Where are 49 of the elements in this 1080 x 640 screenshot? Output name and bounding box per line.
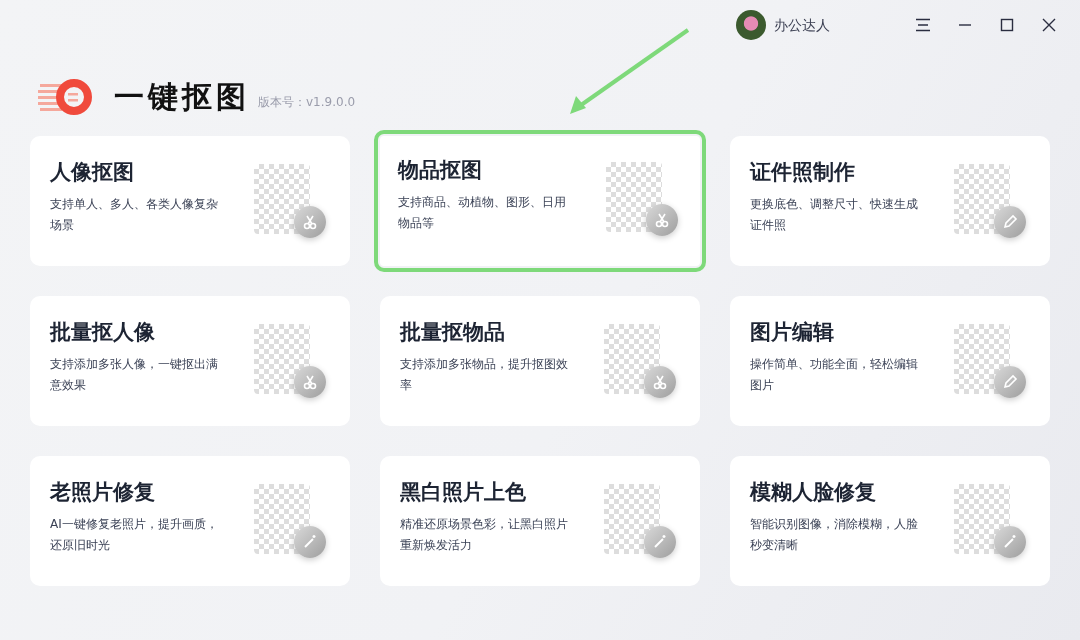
feature-card[interactable]: 老照片修复 AI一键修复老照片，提升画质，还原旧时光 xyxy=(30,456,350,586)
user-avatar[interactable] xyxy=(736,10,766,40)
feature-card[interactable]: 物品抠图 支持商品、动植物、图形、日用物品等 xyxy=(374,130,706,272)
scissors-icon xyxy=(644,366,676,398)
card-title: 物品抠图 xyxy=(398,157,483,184)
card-title: 批量抠物品 xyxy=(400,319,506,346)
wand-icon xyxy=(294,526,326,558)
pencil-icon xyxy=(994,206,1026,238)
photo-placeholder xyxy=(606,162,662,232)
feature-card[interactable]: 图片编辑 操作简单、功能全面，轻松编辑图片 xyxy=(730,296,1050,426)
scissors-icon xyxy=(294,366,326,398)
feature-card[interactable]: 证件照制作 更换底色、调整尺寸、快速生成证件照 xyxy=(730,136,1050,266)
card-description: 精准还原场景色彩，让黑白照片重新焕发活力 xyxy=(400,516,569,554)
card-description: 支持单人、多人、各类人像复杂场景 xyxy=(50,196,219,234)
version-label: 版本号：v1.9.0.0 xyxy=(258,94,356,111)
card-title: 图片编辑 xyxy=(750,319,835,346)
photo-placeholder xyxy=(604,484,660,554)
card-title: 批量抠人像 xyxy=(50,319,156,346)
card-description: 更换底色、调整尺寸、快速生成证件照 xyxy=(750,196,919,234)
feature-card[interactable]: 批量抠物品 支持添加多张物品，提升抠图效率 xyxy=(380,296,700,426)
card-description: 操作简单、功能全面，轻松编辑图片 xyxy=(750,356,919,394)
app-title: 一键抠图 xyxy=(114,77,250,116)
photo-placeholder xyxy=(604,324,660,394)
wand-icon xyxy=(994,526,1026,558)
user-name[interactable]: 办公达人 xyxy=(774,14,830,36)
card-description: 支持添加多张物品，提升抠图效率 xyxy=(400,356,569,394)
card-description: 智能识别图像，消除模糊，人脸秒变清晰 xyxy=(750,516,919,554)
feature-card[interactable]: 批量抠人像 支持添加多张人像，一键抠出满意效果 xyxy=(30,296,350,426)
card-description: AI一键修复老照片，提升画质，还原旧时光 xyxy=(50,516,219,554)
feature-card[interactable]: 人像抠图 支持单人、多人、各类人像复杂场景 xyxy=(30,136,350,266)
card-title: 老照片修复 xyxy=(50,479,156,506)
photo-placeholder xyxy=(254,164,310,234)
photo-placeholder xyxy=(954,324,1010,394)
card-title: 人像抠图 xyxy=(50,159,135,186)
photo-placeholder xyxy=(954,484,1010,554)
card-description: 支持商品、动植物、图形、日用物品等 xyxy=(398,194,567,232)
wand-icon xyxy=(644,526,676,558)
photo-placeholder xyxy=(254,324,310,394)
feature-card[interactable]: 模糊人脸修复 智能识别图像，消除模糊，人脸秒变清晰 xyxy=(730,456,1050,586)
card-title: 证件照制作 xyxy=(750,159,856,186)
card-title: 模糊人脸修复 xyxy=(750,479,877,506)
card-description: 支持添加多张人像，一键抠出满意效果 xyxy=(50,356,219,394)
photo-placeholder xyxy=(254,484,310,554)
scissors-icon xyxy=(294,206,326,238)
card-title: 黑白照片上色 xyxy=(400,479,527,506)
feature-card[interactable]: 黑白照片上色 精准还原场景色彩，让黑白照片重新焕发活力 xyxy=(380,456,700,586)
photo-placeholder xyxy=(954,164,1010,234)
pencil-icon xyxy=(994,366,1026,398)
scissors-icon xyxy=(646,204,678,236)
